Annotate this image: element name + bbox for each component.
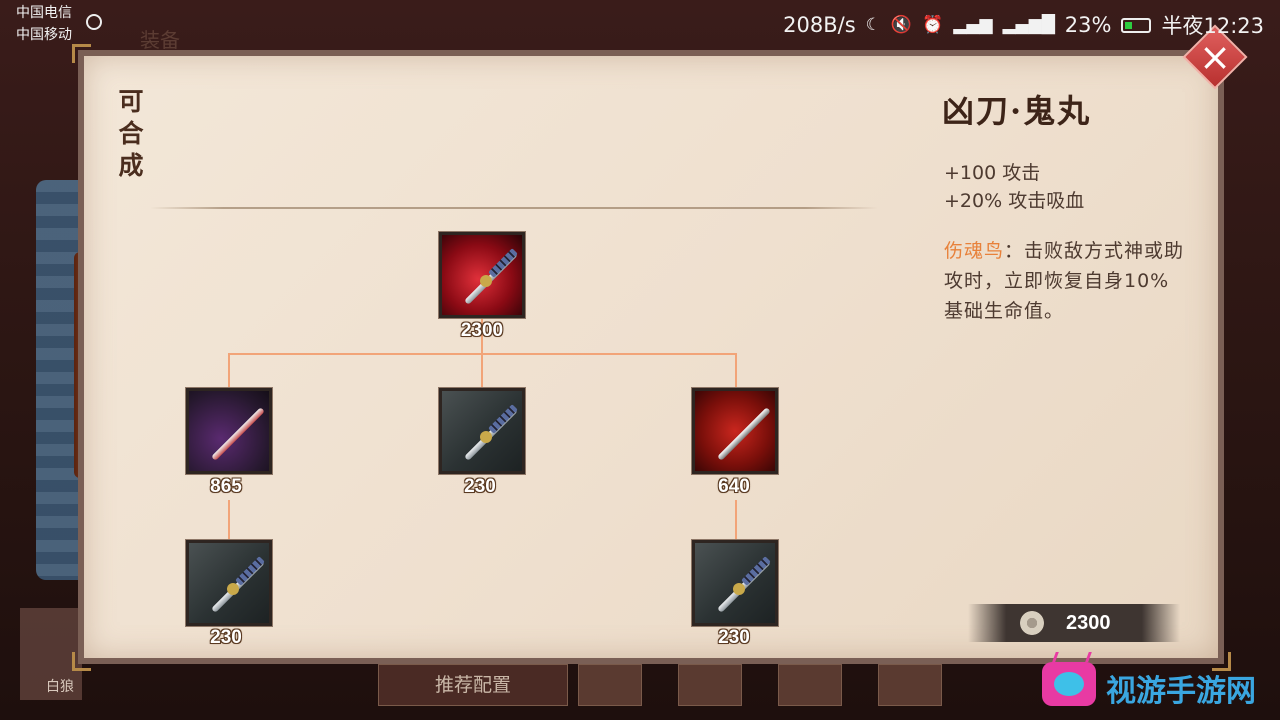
item-price: 230 xyxy=(210,627,242,648)
item-price: 640 xyxy=(718,476,750,497)
corner-ornament xyxy=(72,652,91,671)
hilt xyxy=(488,404,518,434)
hero-name: 白狼 xyxy=(46,679,74,695)
status-bar: 中国电信 中国移动 208B/s ☾ 🔇 ⏰ ▂▄▆ ▂▄▆█ 23% 半夜12… xyxy=(0,0,1280,50)
signal-icon-2: ▂▄▆█ xyxy=(1002,15,1055,35)
equipment-slot[interactable] xyxy=(778,664,842,706)
network-speed: 208B/s xyxy=(783,13,856,37)
item-passive-description: 伤魂鸟：击败敌方式神或助攻时，立即恢复自身10%基础生命值。 xyxy=(944,236,1188,326)
item-bone-sword[interactable] xyxy=(186,388,272,474)
recommend-config-button[interactable]: 推荐配置 xyxy=(378,664,568,706)
item-price: 865 xyxy=(210,476,242,497)
item-price: 2300 xyxy=(460,320,504,341)
passive-name: 伤魂鸟 xyxy=(944,240,1005,262)
total-price-bar: 2300 xyxy=(968,604,1180,642)
item-price: 230 xyxy=(718,627,750,648)
battery-icon xyxy=(1121,17,1152,33)
item-stat: +20% 攻击吸血 xyxy=(944,190,1085,212)
bone-sword-icon xyxy=(211,407,265,461)
tv-logo-icon xyxy=(1042,662,1096,706)
signal-icon: ▂▄▆ xyxy=(953,15,993,35)
item-katana[interactable] xyxy=(186,540,272,626)
item-katana[interactable] xyxy=(439,388,525,474)
tree-connector xyxy=(735,353,737,389)
hilt xyxy=(235,556,265,586)
guard xyxy=(480,275,492,287)
mute-icon: 🔇 xyxy=(890,15,913,35)
item-price: 230 xyxy=(464,476,496,497)
guard xyxy=(733,583,745,595)
carrier-1: 中国电信 xyxy=(16,5,72,21)
battery-percent: 23% xyxy=(1064,13,1112,37)
timer-icon xyxy=(86,14,102,30)
tree-connector xyxy=(481,353,483,389)
watermark: 视游手游网 xyxy=(1038,652,1268,716)
carrier-2: 中国移动 xyxy=(16,27,72,43)
claw-blade-icon xyxy=(717,407,771,461)
coin-icon xyxy=(1020,611,1044,635)
tree-connector xyxy=(735,500,737,540)
synthesizable-label: 可合成 xyxy=(118,87,144,180)
guard xyxy=(480,431,492,443)
item-katana[interactable] xyxy=(692,540,778,626)
total-price: 2300 xyxy=(1066,612,1111,634)
clock: 半夜12:23 xyxy=(1161,14,1264,38)
item-title: 凶刀·鬼丸 xyxy=(942,92,1092,130)
watermark-text: 视游手游网 xyxy=(1106,674,1256,709)
divider xyxy=(150,207,878,209)
equipment-slot[interactable] xyxy=(678,664,742,706)
guard xyxy=(227,583,239,595)
equipment-slot[interactable] xyxy=(878,664,942,706)
hilt xyxy=(488,248,518,278)
item-oni-katana[interactable] xyxy=(439,232,525,318)
hilt xyxy=(741,556,771,586)
tree-connector xyxy=(228,353,230,389)
alarm-icon: ⏰ xyxy=(922,15,944,35)
tree-connector xyxy=(228,500,230,540)
moon-icon: ☾ xyxy=(865,15,881,35)
item-claw-blade[interactable] xyxy=(692,388,778,474)
equipment-slot[interactable] xyxy=(578,664,642,706)
item-stat: +100 攻击 xyxy=(944,162,1041,184)
